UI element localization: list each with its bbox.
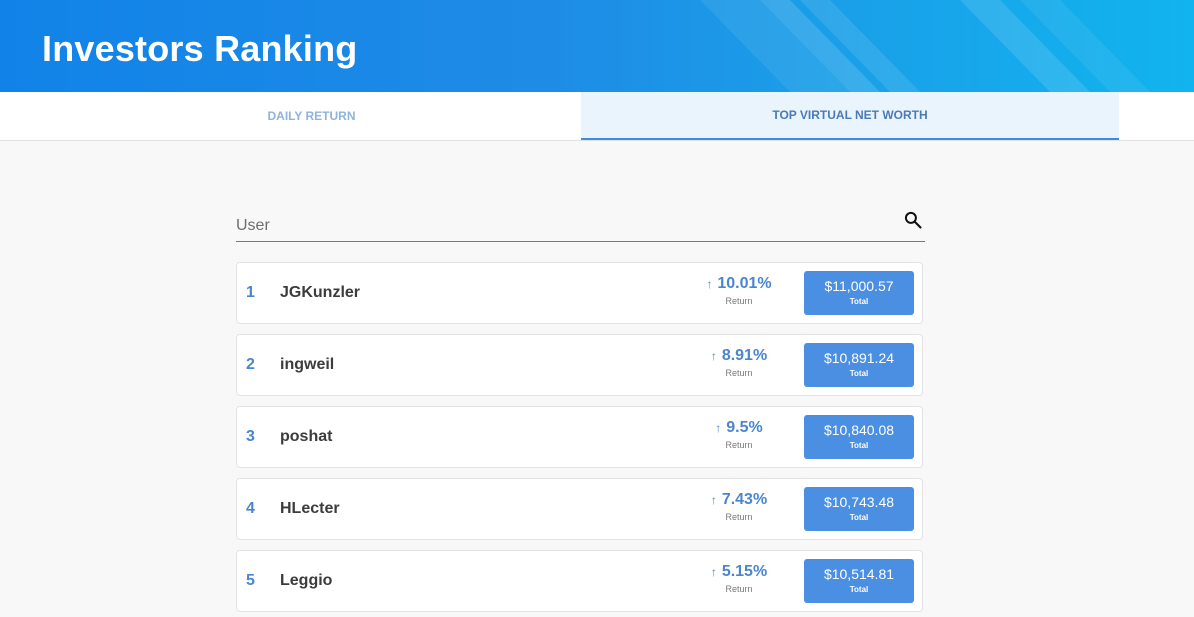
user-name[interactable]: Leggio	[280, 572, 332, 590]
return-block: ↑ 9.5% Return	[679, 419, 799, 450]
return-value: 9.5%	[726, 419, 763, 436]
return-block: ↑ 5.15% Return	[679, 563, 799, 594]
total-button[interactable]: $11,000.57 Total	[804, 271, 914, 315]
header-banner: Investors Ranking	[0, 0, 1194, 92]
return-label: Return	[725, 440, 753, 450]
ranking-row[interactable]: 1 JGKunzler ↑ 10.01% Return $11,000.57 To…	[236, 262, 923, 324]
rank-number: 4	[246, 500, 255, 517]
return-label: Return	[725, 368, 753, 378]
arrow-up-icon: ↑	[710, 493, 717, 507]
ranking-row[interactable]: 3 poshat ↑ 9.5% Return $10,840.08 Total	[236, 406, 923, 468]
rank-number: 5	[246, 572, 255, 589]
return-label: Return	[725, 296, 753, 306]
return-value: 5.15%	[721, 563, 768, 580]
search-bar	[236, 206, 925, 242]
total-label: Total	[849, 585, 869, 594]
tab-bar: DAILY RETURN TOP VIRTUAL NET WORTH	[0, 92, 1194, 141]
user-name[interactable]: poshat	[280, 428, 332, 446]
return-label: Return	[725, 512, 753, 522]
total-button[interactable]: $10,514.81 Total	[804, 559, 914, 603]
search-icon[interactable]	[903, 210, 923, 230]
total-button[interactable]: $10,891.24 Total	[804, 343, 914, 387]
return-value: 7.43%	[721, 491, 768, 508]
tab-top-virtual-net-worth[interactable]: TOP VIRTUAL NET WORTH	[581, 92, 1119, 140]
return-block: ↑ 10.01% Return	[679, 275, 799, 306]
user-name[interactable]: ingweil	[280, 356, 334, 374]
ranking-row[interactable]: 5 Leggio ↑ 5.15% Return $10,514.81 Total	[236, 550, 923, 612]
arrow-up-icon: ↑	[710, 349, 717, 363]
rank-number: 3	[246, 428, 255, 445]
ranking-row[interactable]: 4 HLecter ↑ 7.43% Return $10,743.48 Total	[236, 478, 923, 540]
page-title: Investors Ranking	[42, 28, 358, 69]
ranking-row[interactable]: 2 ingweil ↑ 8.91% Return $10,891.24 Total	[236, 334, 923, 396]
user-name[interactable]: JGKunzler	[280, 284, 360, 302]
total-amount: $10,514.81	[823, 566, 895, 582]
return-label: Return	[725, 584, 753, 594]
total-amount: $10,891.24	[823, 350, 895, 366]
user-search-input[interactable]	[236, 214, 876, 238]
total-label: Total	[849, 297, 869, 306]
total-label: Total	[849, 369, 869, 378]
return-value: 8.91%	[721, 347, 768, 364]
arrow-up-icon: ↑	[706, 277, 713, 291]
rank-number: 2	[246, 356, 255, 373]
total-amount: $10,840.08	[823, 422, 895, 438]
total-amount: $10,743.48	[823, 494, 895, 510]
tab-daily-return[interactable]: DAILY RETURN	[42, 92, 581, 140]
user-name[interactable]: HLecter	[280, 500, 340, 518]
return-block: ↑ 8.91% Return	[679, 347, 799, 378]
total-label: Total	[849, 441, 869, 450]
return-block: ↑ 7.43% Return	[679, 491, 799, 522]
rank-number: 1	[246, 284, 255, 301]
return-value: 10.01%	[717, 275, 772, 292]
total-button[interactable]: $10,840.08 Total	[804, 415, 914, 459]
total-amount: $11,000.57	[824, 278, 894, 294]
arrow-up-icon: ↑	[715, 421, 722, 435]
total-button[interactable]: $10,743.48 Total	[804, 487, 914, 531]
arrow-up-icon: ↑	[710, 565, 717, 579]
total-label: Total	[849, 513, 869, 522]
